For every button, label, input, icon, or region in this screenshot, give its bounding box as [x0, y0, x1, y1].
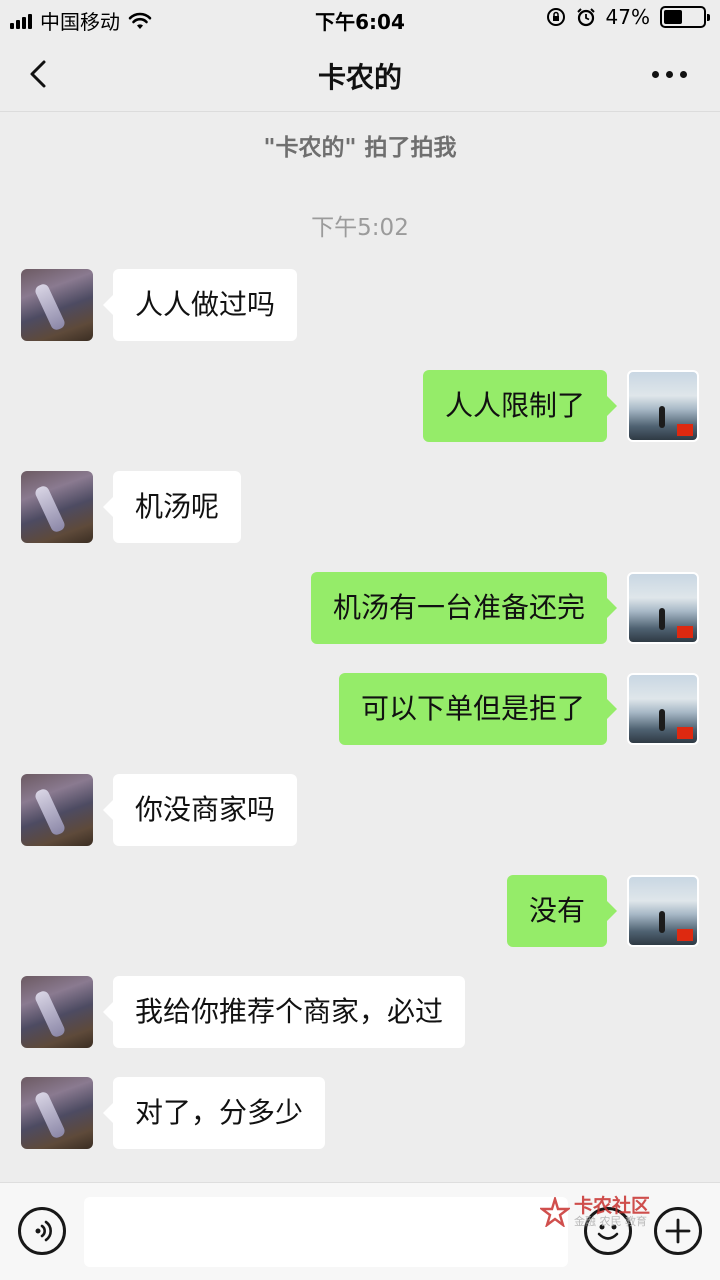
watermark-logo-icon: [538, 1194, 572, 1229]
alarm-icon: [576, 8, 595, 27]
received-message-bubble[interactable]: 机汤呢: [102, 471, 242, 543]
message-list[interactable]: "卡农的" 拍了拍我 下午5:02 人人做过吗人人限制了机汤呢 机汤有一台准备还完…: [0, 112, 720, 1182]
battery-icon: [660, 6, 710, 28]
received-message-bubble[interactable]: 我给你推荐个商家，必过: [102, 976, 466, 1048]
message-row: 我给你推荐个商家，必过: [0, 976, 720, 1048]
message-row: 人人限制了: [0, 370, 720, 442]
received-message-bubble[interactable]: 对了，分多少: [102, 1077, 326, 1149]
contact-avatar[interactable]: [21, 774, 93, 846]
message-row: 机汤有一台准备还完: [0, 572, 720, 644]
more-dots-icon: [652, 70, 659, 78]
status-bar: 中国移动 下午6:04 47%: [0, 0, 720, 36]
voice-icon: [35, 1220, 52, 1242]
contact-avatar[interactable]: [21, 976, 93, 1048]
chat-title: 卡农的: [317, 61, 402, 94]
self-avatar[interactable]: [627, 673, 699, 745]
more-button[interactable]: [652, 64, 692, 84]
contact-avatar[interactable]: [21, 1077, 93, 1149]
received-message-bubble[interactable]: 你没商家吗: [102, 774, 298, 846]
battery-percent: 47%: [605, 5, 650, 29]
contact-avatar[interactable]: [21, 471, 93, 543]
message-row: 对了，分多少: [0, 1077, 720, 1149]
message-row: 机汤呢: [0, 471, 720, 543]
message-row: 没有: [0, 875, 720, 947]
chat-header: 卡农的: [0, 36, 720, 112]
sent-message-bubble[interactable]: 没有: [506, 875, 618, 947]
status-right: 47%: [546, 5, 710, 29]
sent-message-bubble[interactable]: 可以下单但是拒了: [338, 673, 618, 745]
self-avatar[interactable]: [627, 370, 699, 442]
message-row: 可以下单但是拒了: [0, 673, 720, 745]
watermark-subtitle: 金融 农民 教育: [574, 1215, 647, 1228]
sent-message-bubble[interactable]: 机汤有一台准备还完: [310, 572, 618, 644]
self-avatar[interactable]: [627, 572, 699, 644]
message-row: 你没商家吗: [0, 774, 720, 846]
voice-button[interactable]: [18, 1207, 66, 1255]
timestamp: 下午5:02: [311, 215, 409, 241]
contact-avatar[interactable]: [21, 269, 93, 341]
battery-fill: [664, 10, 682, 24]
sent-message-bubble[interactable]: 人人限制了: [422, 370, 618, 442]
rotation-lock-icon: [546, 8, 565, 26]
watermark-title: 卡农社区: [574, 1195, 651, 1217]
message-row: 人人做过吗: [0, 269, 720, 341]
self-avatar[interactable]: [627, 875, 699, 947]
pat-notice: "卡农的" 拍了拍我: [263, 135, 457, 161]
received-message-bubble[interactable]: 人人做过吗: [102, 269, 298, 341]
watermark: 卡农社区 金融 农民 教育: [538, 1192, 680, 1232]
message-input[interactable]: [84, 1197, 568, 1267]
